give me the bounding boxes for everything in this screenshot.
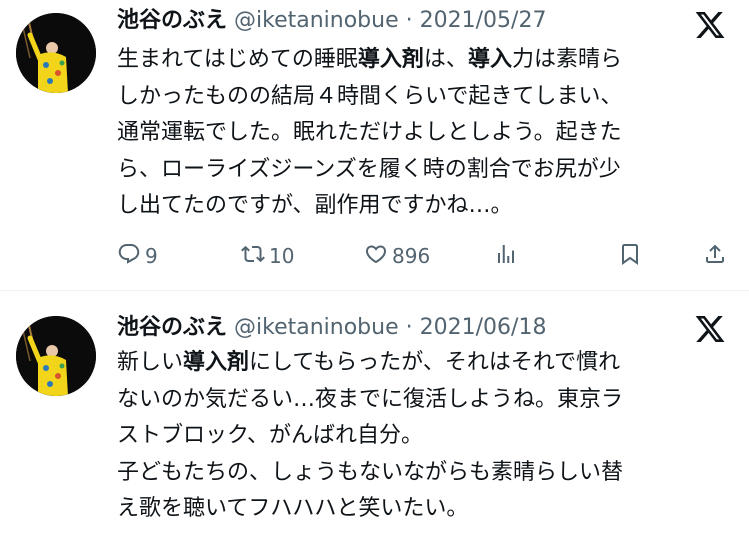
avatar-image [16, 316, 96, 396]
avatar[interactable] [16, 316, 96, 396]
user-handle[interactable]: @iketaninobue [234, 315, 399, 340]
text-segment: ストブロック、がんばれ自分。 [117, 423, 424, 448]
text-segment: え歌を聴いてフハハハと笑いたい。 [117, 496, 469, 521]
separator-dot: · [405, 315, 413, 340]
display-name[interactable]: 池谷のぶえ [117, 315, 227, 340]
tweet-text-line: 子どもたちの、しょうもないながらも素晴らしい替 [117, 455, 729, 492]
text-segment: にしてもらったが、それはそれで慣れ [249, 350, 621, 375]
highlight-text: 導入剤 [183, 350, 250, 375]
tweet-text-line: ストブロック、がんばれ自分。 [117, 418, 729, 455]
tweet[interactable]: 池谷のぶえ @iketaninobue · 2021/06/18 新しい導入剤に… [0, 0, 749, 533]
tweet-text-line: 新しい導入剤にしてもらったが、それはそれで慣れ [117, 345, 729, 382]
tweet-header: 池谷のぶえ @iketaninobue · 2021/06/18 [117, 313, 546, 343]
text-segment: 新しい [117, 350, 184, 375]
tweet-date[interactable]: 2021/06/18 [420, 315, 547, 340]
tweet-text: 新しい導入剤にしてもらったが、それはそれで慣れ ないのか気だるい…夜までに復活し… [117, 345, 729, 528]
tweet-text-line: え歌を聴いてフハハハと笑いたい。 [117, 491, 729, 528]
text-segment: ないのか気だるい…夜までに復活しようね。東京ラ [117, 386, 624, 412]
text-segment: 子どもたちの、しょうもないながらも素晴らしい替 [117, 459, 624, 485]
tweet-text-line: ないのか気だるい…夜までに復活しようね。東京ラ [117, 382, 729, 419]
x-logo-icon[interactable] [694, 313, 726, 345]
